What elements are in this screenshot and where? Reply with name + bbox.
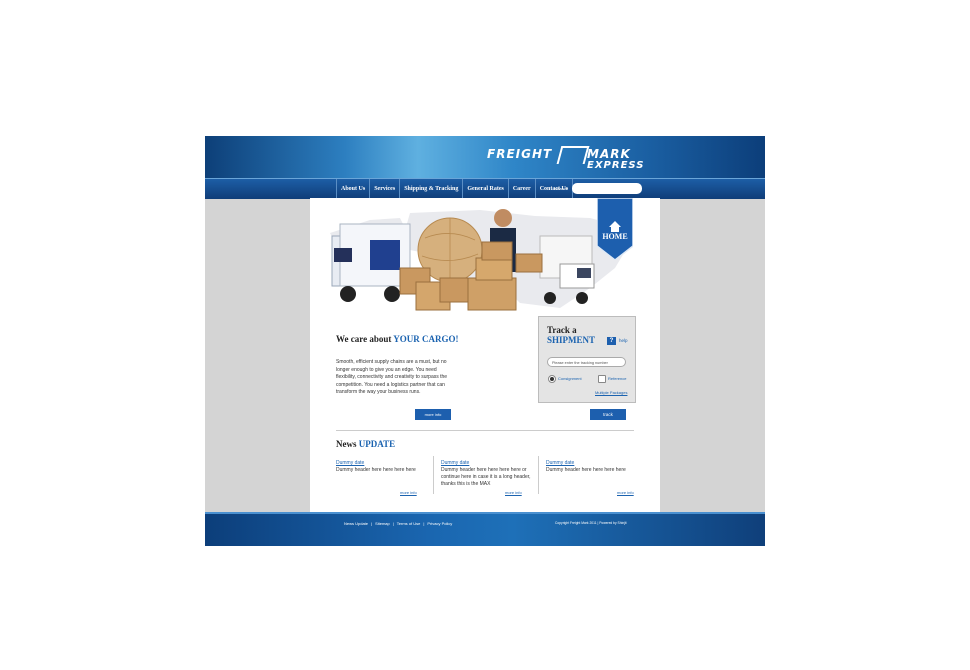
footer-link-news-update[interactable]: News Update — [344, 521, 368, 526]
main-content: HOME We care about YOUR CARGO! Smooth, e… — [310, 198, 660, 512]
help-icon[interactable]: ? — [607, 337, 616, 345]
intro-more-info-button[interactable]: more info — [415, 409, 451, 420]
reference-label: Reference — [608, 376, 627, 381]
news-item-header: Dummy header here here here here — [546, 467, 626, 473]
news-title: News UPDATE — [336, 439, 395, 449]
nav-shipping-tracking[interactable]: Shipping & Tracking — [399, 179, 462, 199]
home-ribbon-button[interactable] — [597, 198, 633, 260]
footer-link-privacy[interactable]: Privacy Policy — [427, 521, 452, 526]
news-item-more-link[interactable]: more info — [617, 490, 634, 495]
news-item-more-link[interactable]: more info — [505, 490, 522, 495]
main-nav: About Us Services Shipping & Tracking Ge… — [336, 179, 574, 199]
track-shipment-panel: Track a SHIPMENT ? help Please enter the… — [538, 316, 636, 403]
tracking-number-input[interactable]: Please enter the tracking number — [547, 357, 626, 367]
news-separator — [433, 456, 434, 494]
intro-title: We care about YOUR CARGO! — [336, 334, 459, 344]
website-mockup: FREIGHT MARK EXPRESS About Us Services S… — [205, 136, 765, 546]
nav-career[interactable]: Career — [507, 179, 535, 199]
news-item: Dummy date Dummy header here here here h… — [441, 460, 536, 500]
news-item-header: Dummy header here here here here — [336, 467, 416, 473]
track-title-line1: Track a — [547, 325, 577, 335]
news-separator — [538, 456, 539, 494]
main-nav-bar: About Us Services Shipping & Tracking Ge… — [205, 178, 765, 199]
footer-link-sitemap[interactable]: Sitemap — [375, 521, 390, 526]
intro-body: Smooth, efficient supply chains are a mu… — [336, 359, 448, 396]
multiple-packages-link[interactable]: Multiple Packages — [595, 390, 627, 395]
help-link[interactable]: help — [619, 337, 628, 345]
track-title-line2: SHIPMENT — [547, 335, 596, 345]
consignment-label: Consignment — [558, 376, 582, 381]
consignment-radio[interactable] — [548, 375, 556, 383]
logo-subtitle: EXPRESS — [587, 160, 645, 171]
news-item: Dummy date Dummy header here here here h… — [546, 460, 641, 500]
hero-cargo-image — [330, 209, 630, 311]
freight-mark-logo[interactable]: FREIGHT MARK EXPRESS — [487, 146, 643, 175]
search-input[interactable] — [572, 183, 642, 194]
logo-m-mark-icon — [556, 146, 590, 164]
news-item-more-link[interactable]: more info — [400, 490, 417, 495]
nav-general-rates[interactable]: General Rates — [462, 179, 508, 199]
nav-contact-us[interactable]: Contact Us — [534, 179, 574, 199]
site-footer: News Update | Sitemap | Terms of Use | Privacy… — [205, 512, 765, 546]
news-item: Dummy date Dummy header here here here h… — [336, 460, 431, 500]
intro-title-part2: YOUR CARGO! — [393, 334, 459, 344]
track-button[interactable]: track — [590, 409, 626, 420]
nav-about-us[interactable]: About Us — [336, 179, 369, 199]
intro-title-part1: We care about — [336, 334, 394, 344]
footer-link-terms[interactable]: Terms of Use — [397, 521, 421, 526]
home-ribbon-label: HOME — [602, 232, 628, 241]
search-label: search — [555, 186, 568, 191]
track-title: Track a SHIPMENT — [547, 325, 595, 345]
news-item-date[interactable]: Dummy date — [546, 460, 641, 467]
news-item-header: Dummy header here here here here or cont… — [441, 467, 531, 487]
logo-text-right: MARK — [587, 147, 631, 161]
news-title-part2: UPDATE — [358, 439, 396, 449]
news-item-date[interactable]: Dummy date — [336, 460, 431, 467]
footer-copyright: Copyright Freight Mark 2011 | Powered by… — [555, 521, 627, 525]
nav-services[interactable]: Services — [369, 179, 399, 199]
section-divider — [336, 430, 634, 431]
logo-text-left: FREIGHT — [487, 147, 553, 161]
footer-links: News Update | Sitemap | Terms of Use | Privacy… — [344, 521, 453, 526]
news-item-date[interactable]: Dummy date — [441, 460, 536, 467]
reference-checkbox[interactable] — [598, 375, 606, 383]
news-title-part1: News — [336, 439, 359, 449]
